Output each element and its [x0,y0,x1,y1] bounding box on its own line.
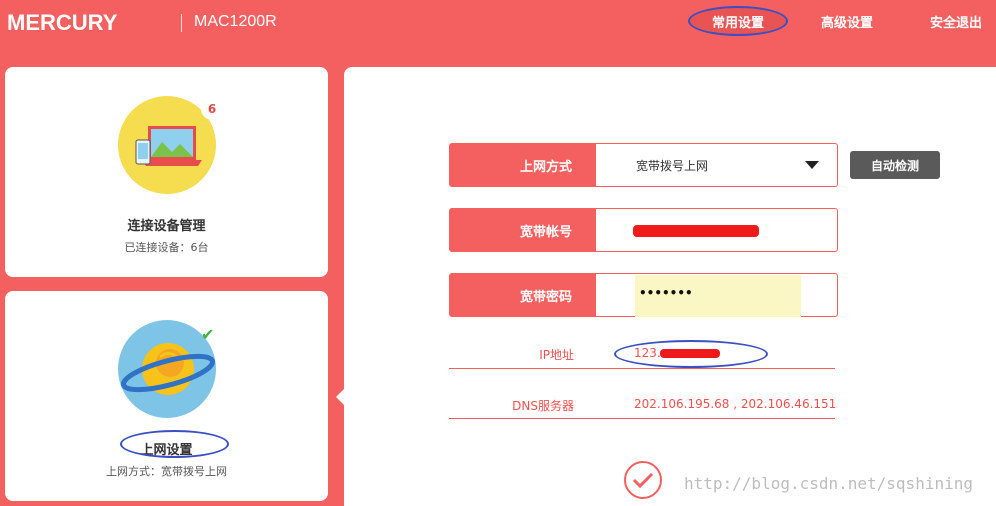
ip-divider [449,368,835,369]
dns-divider [449,418,835,419]
checkmark-icon: ✔ [201,325,215,344]
account-label: 宽带帐号 [450,209,596,251]
connection-mode-label: 上网方式 [450,144,596,186]
dropdown-arrow-icon[interactable] [805,161,819,169]
annotation-oval-internet [120,430,229,458]
password-field[interactable]: ••••••• [635,275,801,317]
panel-pointer [336,389,344,405]
settings-panel: 上网方式 宽带拨号上网 自动检测 宽带帐号 宽带密码 ••••••• IP地址 … [344,67,996,506]
redacted-account-field[interactable] [633,225,759,237]
device-management-card[interactable]: 6 连接设备管理 已连接设备：6台 [5,67,328,277]
account-row[interactable]: 宽带帐号 [449,208,838,252]
internet-settings-card[interactable]: ✔ 上网设置 上网方式：宽带拨号上网 [5,291,328,501]
logo-divider [181,14,182,32]
device-card-subtitle: 已连接设备：6台 [124,241,209,254]
model-name: MAC1200R [194,13,277,30]
brand-logo: MERCURY [7,10,118,35]
nav-logout[interactable]: 安全退出 [930,12,982,31]
dns-value: 202.106.195.68 , 202.106.46.151 [634,397,837,411]
ip-label: IP地址 [539,348,574,362]
dns-label: DNS服务器 [512,399,574,413]
password-value: ••••••• [639,286,693,300]
password-label: 宽带密码 [450,274,596,316]
planet-icon [120,343,216,395]
device-count-badge: 6 [201,98,223,120]
checkmark-confirm-icon [632,472,654,488]
internet-card-subtitle: 上网方式：宽带拨号上网 [106,465,227,478]
confirm-button[interactable] [624,461,662,499]
auto-detect-button[interactable]: 自动检测 [850,151,940,179]
device-card-title: 连接设备管理 [127,219,206,234]
nav-advanced-settings[interactable]: 高级设置 [821,12,873,31]
nav-common-settings[interactable]: 常用设置 [688,6,788,36]
password-row[interactable]: 宽带密码 ••••••• [449,273,838,317]
connection-mode-row[interactable]: 上网方式 宽带拨号上网 [449,143,838,187]
annotation-oval-ip [614,340,768,368]
laptop-icon [135,126,202,166]
nav-common-settings-label: 常用设置 [711,15,764,31]
watermark-text: http://blog.csdn.net/sqshining [684,474,973,493]
top-bar: MERCURY MAC1200R 常用设置 高级设置 安全退出 [0,0,996,62]
connection-mode-select[interactable]: 宽带拨号上网 [636,157,708,174]
